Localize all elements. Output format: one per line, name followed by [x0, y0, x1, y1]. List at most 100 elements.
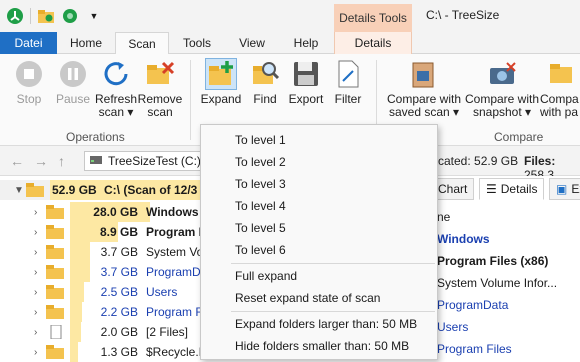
tab-details[interactable]: Details: [334, 32, 412, 54]
row-size: 3.7 GB: [100, 245, 138, 259]
chart-tab-label: Chart: [438, 182, 468, 196]
filter-button[interactable]: Filter: [328, 58, 368, 106]
folder-icon: [46, 265, 64, 279]
allocated-value: 52.9 GB: [474, 154, 519, 168]
tab-extensions[interactable]: ▣ Ex: [549, 178, 580, 200]
tab-file[interactable]: Datei: [0, 32, 57, 54]
export-button[interactable]: Export: [286, 58, 326, 106]
folder-icon: [46, 285, 64, 299]
window-title: C:\ - TreeSize: [426, 8, 500, 22]
compare-saved-label-2-text: saved scan: [388, 105, 450, 119]
stop-label: Stop: [16, 92, 42, 106]
menu-separator: [231, 263, 435, 264]
menu-item-hide-smaller[interactable]: Hide folders smaller than: 50 MB: [201, 335, 437, 357]
save-disk-icon: [290, 58, 322, 90]
menu-item-level-6[interactable]: To level 6: [201, 239, 437, 261]
group-label-compare: Compare: [494, 130, 544, 144]
row-name: [2 Files]: [146, 325, 189, 339]
export-label: Export: [288, 92, 324, 106]
row-size: 2.0 GB: [100, 325, 138, 339]
compare-saved-label-2: saved scan ▾: [388, 105, 460, 119]
chevron-right-icon[interactable]: ›: [34, 347, 37, 358]
compare-paths-icon: [546, 58, 578, 90]
menu-item-expand-larger[interactable]: Expand folders larger than: 50 MB: [201, 313, 437, 335]
menu-item-reset-expand[interactable]: Reset expand state of scan: [201, 287, 437, 309]
tab-details-panel[interactable]: ☰ Details: [479, 178, 545, 200]
compare-saved-scan-button[interactable]: Compare with saved scan ▾: [384, 58, 464, 119]
list-item[interactable]: Program Files: [437, 338, 580, 360]
menu-item-level-1[interactable]: To level 1: [201, 129, 437, 151]
title-bar: ▼ Details Tools C:\ - TreeSize: [0, 0, 580, 32]
camera-icon: [486, 58, 518, 90]
menu-item-full-expand[interactable]: Full expand: [201, 265, 437, 287]
extensions-icon: ▣: [556, 182, 568, 196]
list-item[interactable]: ProgramData: [437, 294, 580, 316]
tab-tools[interactable]: Tools: [169, 32, 225, 54]
menu-item-level-3[interactable]: To level 3: [201, 173, 437, 195]
row-name: ProgramD: [146, 265, 201, 279]
scan-icon[interactable]: [61, 7, 79, 25]
menu-item-level-2[interactable]: To level 2: [201, 151, 437, 173]
drive-icon: [89, 154, 103, 169]
row-size: 2.5 GB: [100, 285, 138, 299]
compare-paths-button[interactable]: Compa with pa: [540, 58, 580, 119]
chevron-right-icon[interactable]: ›: [34, 247, 37, 258]
list-item[interactable]: Program Files (x86): [437, 250, 580, 272]
chevron-right-icon[interactable]: ›: [34, 327, 37, 338]
tab-scan[interactable]: Scan: [115, 32, 169, 55]
pause-icon: [57, 58, 89, 90]
pause-label: Pause: [55, 92, 91, 106]
list-item[interactable]: System Volume Infor...: [437, 272, 580, 294]
remove-label-2: scan: [147, 105, 173, 119]
compare-snapshot-button[interactable]: Compare with snapshot ▾: [464, 58, 540, 119]
pause-button[interactable]: Pause: [52, 58, 94, 106]
list-item[interactable]: Users: [437, 316, 580, 338]
expand-button[interactable]: Expand: [198, 58, 244, 106]
list-item[interactable]: Windows: [437, 228, 580, 250]
compare-third-label-2: with pa: [540, 105, 579, 119]
back-arrow-icon[interactable]: ←: [10, 153, 24, 169]
chevron-right-icon[interactable]: ›: [34, 307, 37, 318]
chevron-down-icon[interactable]: ▼: [14, 185, 24, 196]
row-size: 3.7 GB: [100, 265, 138, 279]
drive-name: TreeSizeTest (C:): [108, 154, 201, 168]
files-label: Files:: [524, 154, 556, 168]
folder-icon: [46, 305, 64, 319]
row-name: System Vo: [146, 245, 204, 259]
tab-view[interactable]: View: [225, 32, 279, 54]
compare-snap-label-2: snapshot ▾: [472, 105, 532, 119]
ribbon-tabs: Datei Home Scan Tools View Help Details: [0, 32, 580, 55]
compare-folder-icon: [408, 58, 440, 90]
stop-button[interactable]: Stop: [8, 58, 50, 106]
row-name: Program F: [146, 225, 207, 239]
forward-arrow-icon[interactable]: →: [34, 153, 48, 169]
filter-label: Filter: [334, 92, 362, 106]
chevron-right-icon[interactable]: ›: [34, 207, 37, 218]
tab-home[interactable]: Home: [57, 32, 115, 54]
chevron-right-icon[interactable]: ›: [34, 287, 37, 298]
find-label: Find: [253, 92, 277, 106]
refresh-scan-button[interactable]: Refresh scan ▾: [94, 58, 138, 119]
menu-separator: [231, 311, 435, 312]
remove-scan-button[interactable]: Remove scan: [138, 58, 182, 119]
root-name: C:\ (Scan of 12/3: [104, 183, 198, 197]
up-arrow-icon[interactable]: ↑: [58, 153, 65, 169]
chevron-down-icon[interactable]: ▼: [85, 7, 103, 25]
group-label-operations: Operations: [66, 130, 125, 144]
treesize-logo-icon: [6, 7, 24, 25]
list-item[interactable]: ne: [437, 206, 580, 228]
menu-item-level-5[interactable]: To level 5: [201, 217, 437, 239]
find-button[interactable]: Find: [246, 58, 284, 106]
drive-selector[interactable]: TreeSizeTest (C:): [84, 151, 202, 171]
allocated-label: cated:: [438, 154, 471, 168]
expand-dropdown-menu: To level 1 To level 2 To level 3 To leve…: [200, 124, 438, 360]
folder-icon: [46, 345, 64, 359]
menu-item-level-4[interactable]: To level 4: [201, 195, 437, 217]
open-folder-icon[interactable]: [37, 7, 55, 25]
chevron-right-icon[interactable]: ›: [34, 227, 37, 238]
context-tab-group-title: Details Tools: [334, 4, 412, 32]
chevron-right-icon[interactable]: ›: [34, 267, 37, 278]
details-tab-label: Details: [500, 182, 538, 196]
tab-help[interactable]: Help: [279, 32, 333, 54]
row-size: 8.9 GB: [99, 225, 138, 239]
